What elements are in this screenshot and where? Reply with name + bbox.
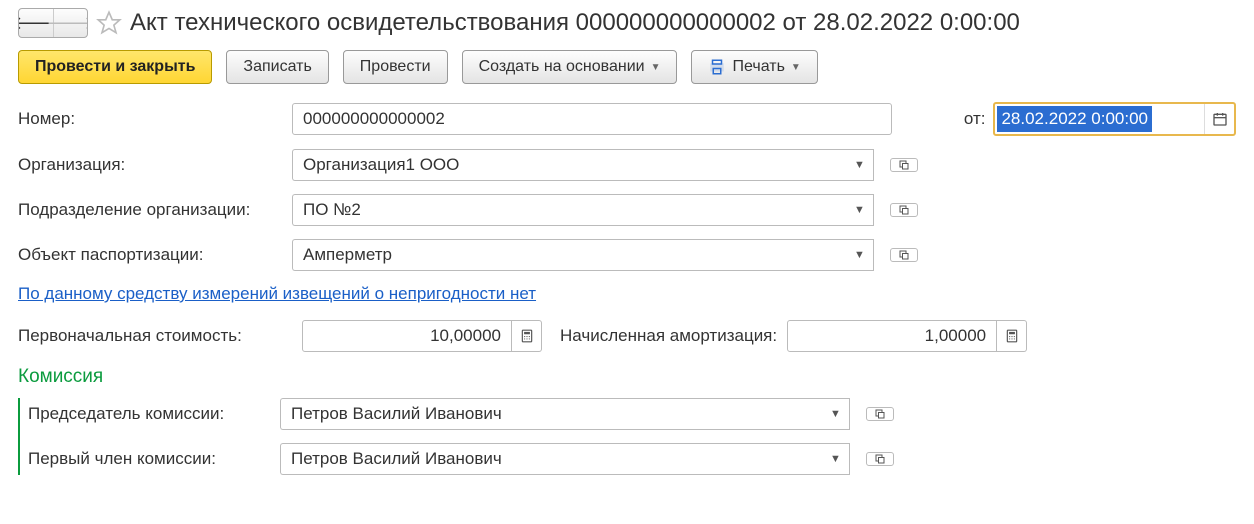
chevron-down-icon: ▼ bbox=[791, 62, 801, 73]
commission-chair-dropdown[interactable]: Петров Василий Иванович ▼ bbox=[280, 398, 850, 430]
initial-cost-label: Первоначальная стоимость: bbox=[18, 326, 292, 346]
open-card-button[interactable] bbox=[890, 158, 918, 172]
post-and-close-button[interactable]: Провести и закрыть bbox=[18, 50, 212, 84]
calculator-icon[interactable] bbox=[512, 320, 542, 352]
open-card-button[interactable] bbox=[890, 248, 918, 262]
amortization-label: Начисленная амортизация: bbox=[560, 326, 777, 346]
organization-value[interactable]: Организация1 ООО bbox=[292, 149, 846, 181]
date-label: от: bbox=[964, 109, 986, 129]
calculator-icon[interactable] bbox=[997, 320, 1027, 352]
create-based-on-button[interactable]: Создать на основании ▼ bbox=[462, 50, 678, 84]
open-card-button[interactable] bbox=[890, 203, 918, 217]
organization-dropdown[interactable]: Организация1 ООО ▼ bbox=[292, 149, 874, 181]
department-value[interactable]: ПО №2 bbox=[292, 194, 846, 226]
object-dropdown[interactable]: Амперметр ▼ bbox=[292, 239, 874, 271]
printer-icon bbox=[708, 58, 726, 76]
department-label: Подразделение организации: bbox=[18, 200, 282, 220]
toolbar: Провести и закрыть Записать Провести Соз… bbox=[18, 50, 1236, 84]
calendar-icon[interactable] bbox=[1204, 104, 1234, 134]
amortization-input[interactable]: 1,00000 bbox=[787, 320, 997, 352]
chevron-down-icon[interactable]: ▼ bbox=[846, 239, 874, 271]
chevron-down-icon[interactable]: ▼ bbox=[846, 194, 874, 226]
print-button[interactable]: Печать ▼ bbox=[691, 50, 817, 84]
date-input[interactable]: 28.02.2022 0:00:00 bbox=[993, 102, 1236, 136]
post-button[interactable]: Провести bbox=[343, 50, 448, 84]
chevron-down-icon[interactable]: ▼ bbox=[822, 398, 850, 430]
commission-member1-value[interactable]: Петров Василий Иванович bbox=[280, 443, 822, 475]
open-card-button[interactable] bbox=[866, 407, 894, 421]
number-input[interactable]: 000000000000002 bbox=[292, 103, 892, 135]
no-notices-link[interactable]: По данному средству измерений извещений … bbox=[18, 284, 536, 304]
commission-section-title: Комиссия bbox=[18, 366, 1236, 388]
open-card-button[interactable] bbox=[866, 452, 894, 466]
save-button[interactable]: Записать bbox=[226, 50, 328, 84]
nav-button-group: 🡐 🡒 bbox=[18, 8, 88, 38]
commission-chair-value[interactable]: Петров Василий Иванович bbox=[280, 398, 822, 430]
arrow-right-icon: 🡒 bbox=[46, 13, 88, 34]
department-dropdown[interactable]: ПО №2 ▼ bbox=[292, 194, 874, 226]
object-label: Объект паспортизации: bbox=[18, 245, 282, 265]
favorite-star-icon[interactable] bbox=[96, 10, 122, 36]
commission-chair-label: Председатель комиссии: bbox=[28, 404, 270, 424]
object-value[interactable]: Амперметр bbox=[292, 239, 846, 271]
nav-forward-button: 🡒 bbox=[53, 9, 87, 37]
chevron-down-icon: ▼ bbox=[651, 62, 661, 73]
chevron-down-icon[interactable]: ▼ bbox=[822, 443, 850, 475]
chevron-down-icon[interactable]: ▼ bbox=[846, 149, 874, 181]
commission-member1-label: Первый член комиссии: bbox=[28, 449, 270, 469]
commission-member1-dropdown[interactable]: Петров Василий Иванович ▼ bbox=[280, 443, 850, 475]
initial-cost-input[interactable]: 10,00000 bbox=[302, 320, 512, 352]
number-label: Номер: bbox=[18, 109, 282, 129]
organization-label: Организация: bbox=[18, 155, 282, 175]
page-title: Акт технического освидетельствования 000… bbox=[130, 9, 1020, 37]
date-value-selected[interactable]: 28.02.2022 0:00:00 bbox=[997, 106, 1152, 132]
